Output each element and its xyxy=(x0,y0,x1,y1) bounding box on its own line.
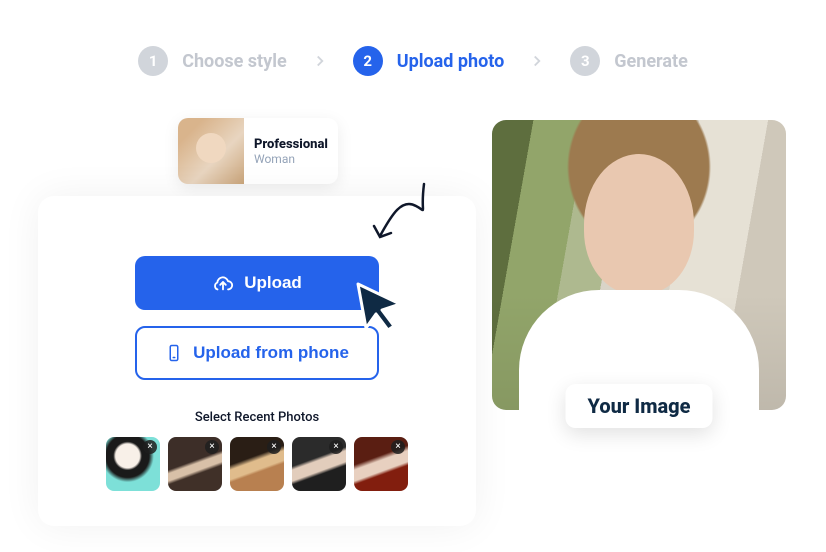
step-2[interactable]: 2 Upload photo xyxy=(353,46,505,76)
style-thumbnail xyxy=(178,118,244,184)
close-icon[interactable]: × xyxy=(205,440,219,454)
style-title: Professional xyxy=(254,137,328,152)
upload-button[interactable]: Upload xyxy=(135,256,379,310)
step-3-number: 3 xyxy=(570,46,600,76)
step-2-label: Upload photo xyxy=(397,51,505,72)
selected-style-card[interactable]: Professional Woman xyxy=(178,118,338,184)
phone-icon xyxy=(165,344,183,362)
step-1-label: Choose style xyxy=(182,51,287,72)
step-1-number: 1 xyxy=(138,46,168,76)
close-icon[interactable]: × xyxy=(143,440,157,454)
step-3-label: Generate xyxy=(614,51,688,72)
recent-photo-thumbnail[interactable]: × xyxy=(230,437,284,491)
upload-button-label: Upload xyxy=(244,273,302,293)
preview-image: Your Image xyxy=(492,120,786,410)
recent-photo-thumbnail[interactable]: × xyxy=(292,437,346,491)
preview-badge: Your Image xyxy=(566,384,713,428)
style-subtitle: Woman xyxy=(254,152,328,166)
upload-from-phone-button[interactable]: Upload from phone xyxy=(135,326,379,380)
recent-photos-row: × × × × × xyxy=(106,437,408,491)
step-1[interactable]: 1 Choose style xyxy=(138,46,287,76)
chevron-right-icon xyxy=(528,52,546,70)
close-icon[interactable]: × xyxy=(267,440,281,454)
recent-photo-thumbnail[interactable]: × xyxy=(354,437,408,491)
recent-photos-label: Select Recent Photos xyxy=(195,410,319,425)
upload-from-phone-label: Upload from phone xyxy=(193,343,349,363)
close-icon[interactable]: × xyxy=(329,440,343,454)
stepper: 1 Choose style 2 Upload photo 3 Generate xyxy=(0,0,826,76)
recent-photo-thumbnail[interactable]: × xyxy=(106,437,160,491)
step-3[interactable]: 3 Generate xyxy=(570,46,688,76)
preview-photo xyxy=(492,120,786,410)
step-2-number: 2 xyxy=(353,46,383,76)
style-text: Professional Woman xyxy=(244,137,328,166)
close-icon[interactable]: × xyxy=(391,440,405,454)
recent-photo-thumbnail[interactable]: × xyxy=(168,437,222,491)
cloud-upload-icon xyxy=(212,272,234,294)
chevron-right-icon xyxy=(311,52,329,70)
upload-panel: Upload Upload from phone Select Recent P… xyxy=(38,196,476,526)
